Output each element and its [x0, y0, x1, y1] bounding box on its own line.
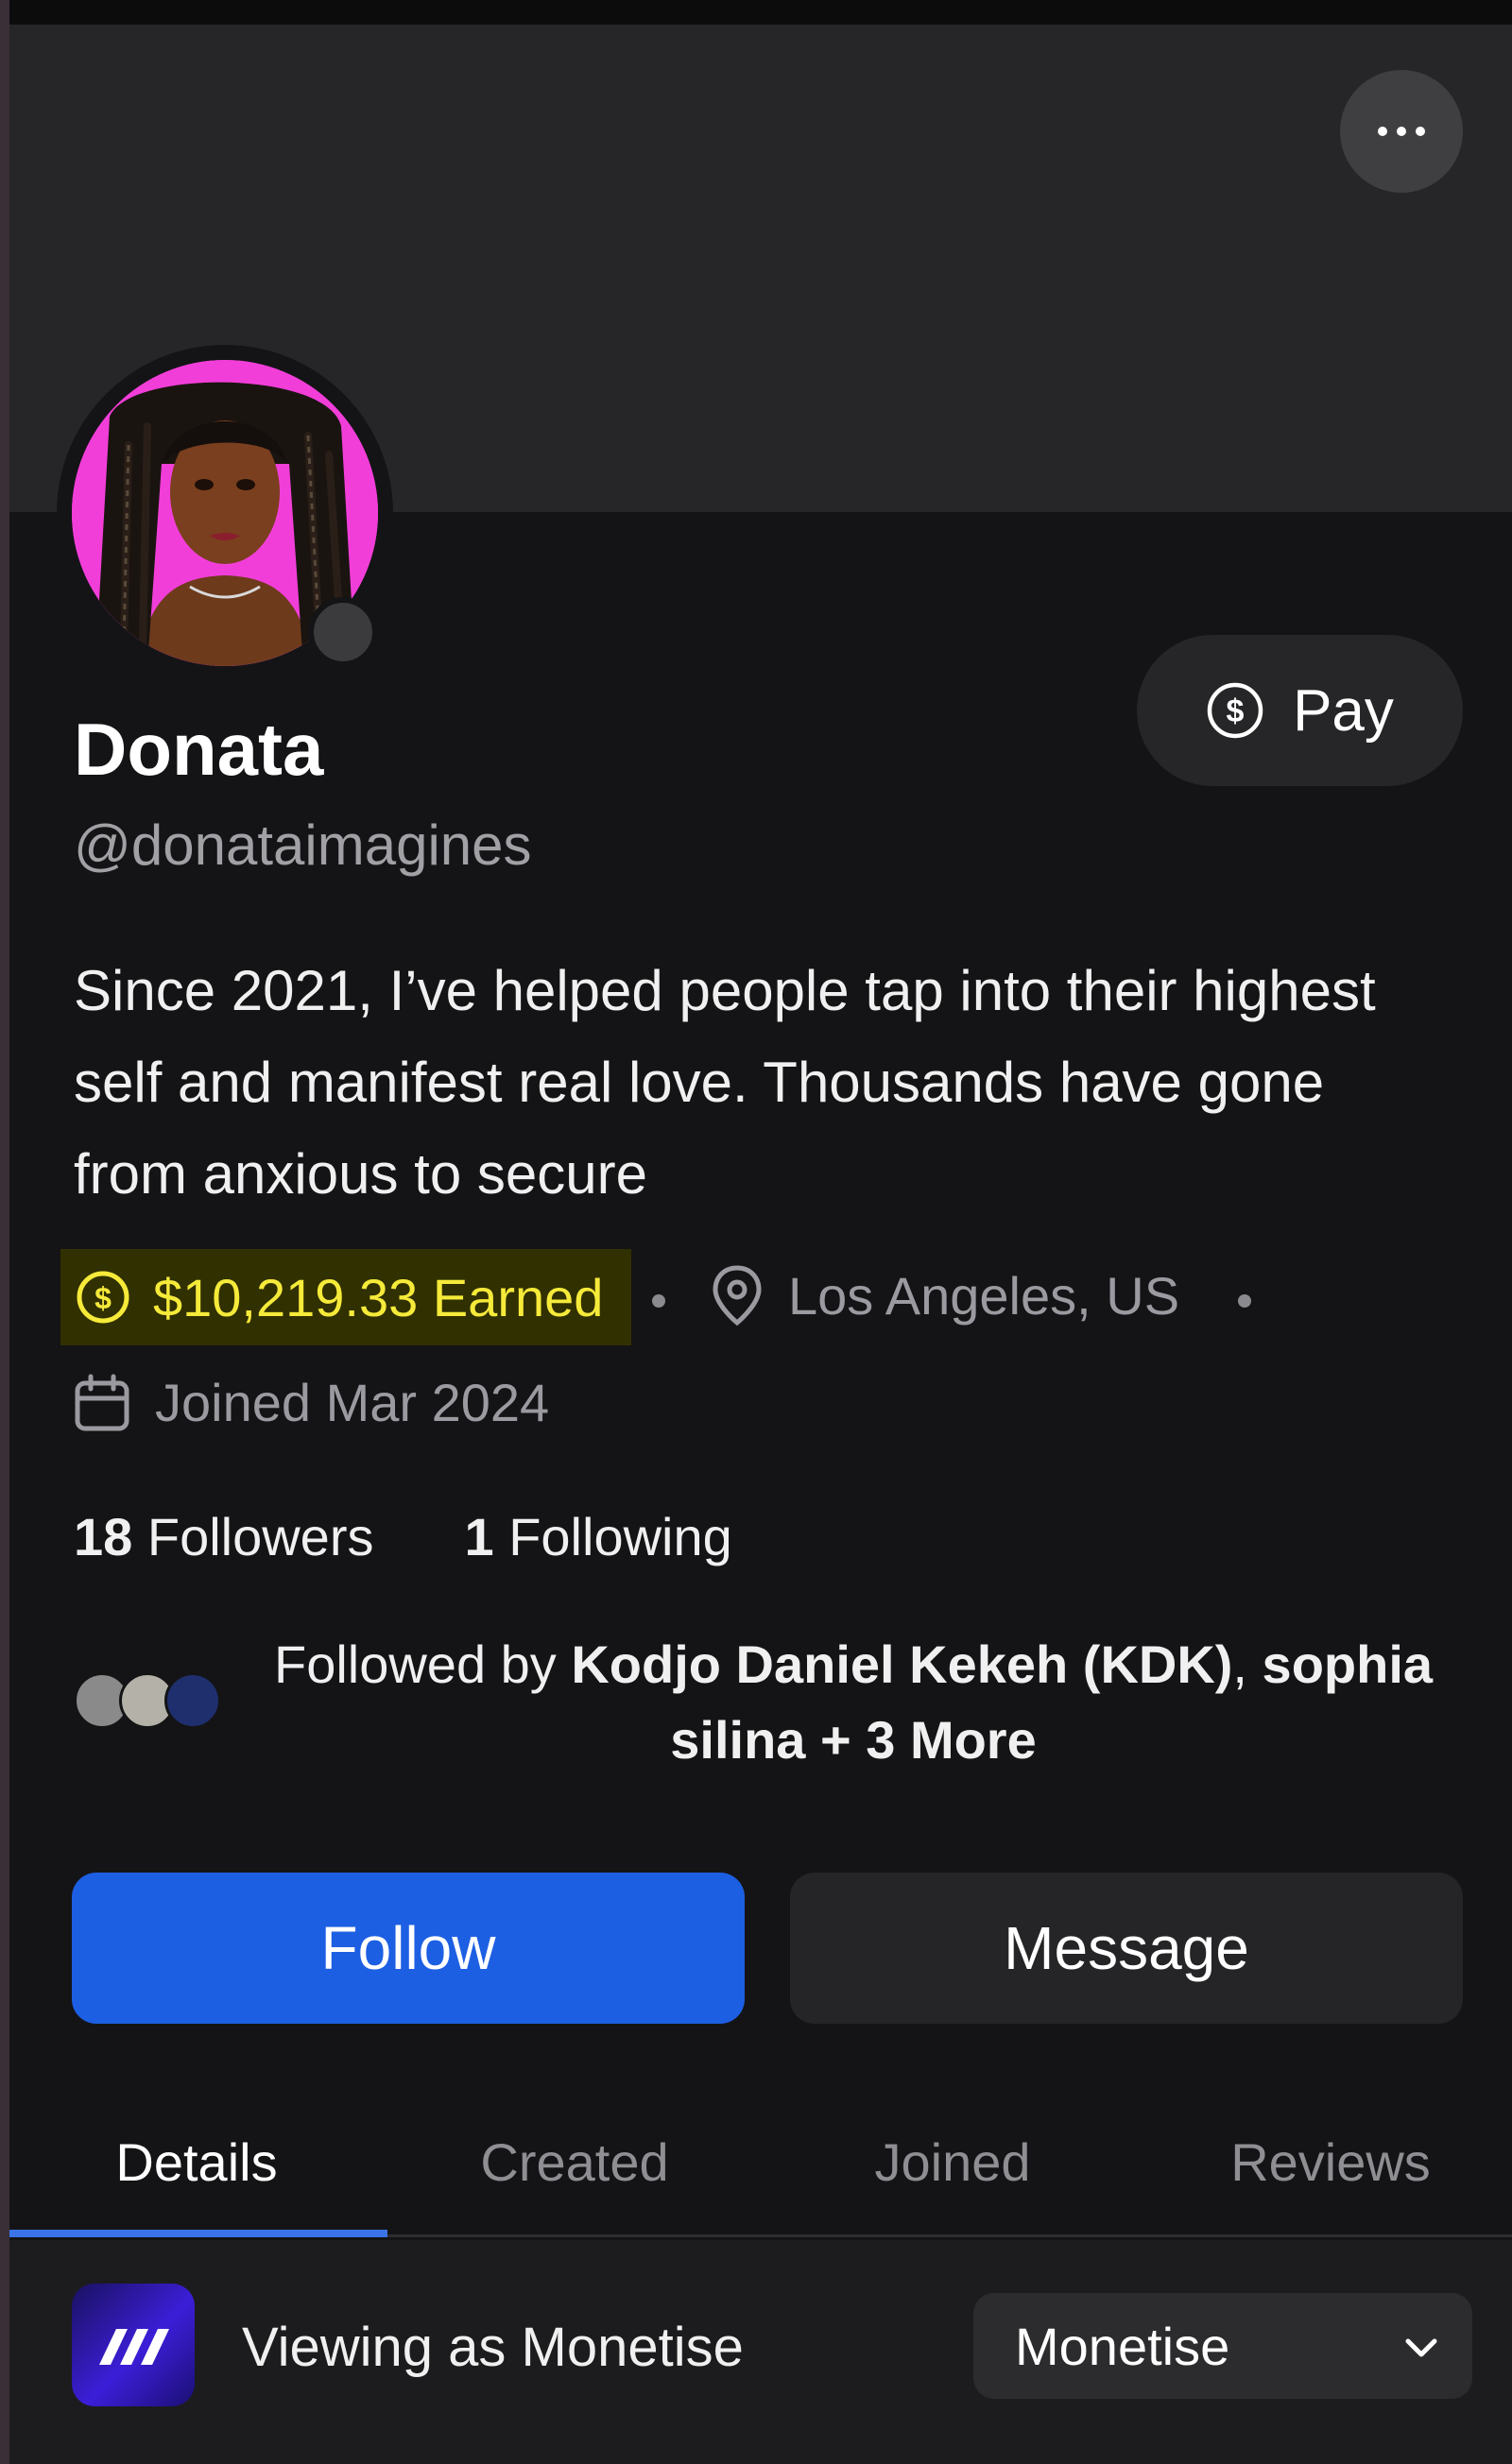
tab-joined[interactable]: Joined — [764, 2131, 1142, 2193]
viewing-as-label: Viewing as Monetise — [242, 2317, 744, 2378]
followed-by-row[interactable]: Followed by Kodjo Daniel Kekeh (KDK), so… — [74, 1627, 1463, 1770]
separator-dot — [652, 1294, 665, 1308]
monetise-logo — [72, 2284, 195, 2406]
svg-text:$: $ — [94, 1281, 112, 1315]
svg-text:$: $ — [1227, 693, 1245, 729]
profile-name: Donata — [74, 708, 324, 791]
followers-stat[interactable]: 18 Followers — [74, 1506, 373, 1567]
pay-label: Pay — [1293, 677, 1394, 744]
profile-tabs: Details Created Joined Reviews — [9, 2099, 1512, 2237]
earned-badge: $ $10,219.33 Earned — [60, 1249, 631, 1345]
more-horizontal-icon — [1378, 127, 1387, 136]
followers-label: Followers — [146, 1507, 374, 1566]
profile-bio: Since 2021, I’ve helped people tap into … — [74, 959, 1376, 1206]
separator-dot — [1238, 1294, 1251, 1308]
joined-info: Joined Mar 2024 — [74, 1372, 549, 1433]
account-select-value: Monetise — [1015, 2316, 1230, 2376]
tab-details[interactable]: Details — [8, 2131, 386, 2193]
dollar-circle-icon: $ — [77, 1271, 129, 1324]
active-tab-indicator — [9, 2230, 387, 2237]
viewing-as-bar: Viewing as Monetise Monetise — [9, 2240, 1512, 2464]
earned-amount: $10,219.33 Earned — [153, 1267, 604, 1327]
followed-by-more: + 3 More — [805, 1710, 1037, 1770]
account-select[interactable]: Monetise — [973, 2293, 1472, 2399]
joined-text: Joined Mar 2024 — [155, 1373, 550, 1432]
follow-stats: 18 Followers 1 Following — [74, 1506, 823, 1567]
more-options-button[interactable] — [1340, 70, 1463, 193]
location-info: Los Angeles, US — [711, 1264, 1179, 1326]
calendar-icon — [75, 1374, 129, 1430]
following-stat[interactable]: 1 Following — [464, 1506, 731, 1567]
top-edge — [9, 0, 1512, 25]
location-text: Los Angeles, US — [788, 1265, 1180, 1326]
status-indicator — [308, 597, 378, 667]
followed-by-text: Followed by Kodjo Daniel Kekeh (KDK), so… — [273, 1634, 1434, 1770]
followers-count: 18 — [74, 1507, 133, 1566]
dollar-circle-icon: $ — [1207, 682, 1263, 739]
tab-created[interactable]: Created — [386, 2131, 764, 2193]
pay-button[interactable]: $ Pay — [1137, 635, 1463, 786]
mutual-avatars — [74, 1672, 234, 1733]
window-edge — [0, 0, 9, 2464]
following-label: Following — [508, 1507, 732, 1566]
follow-button[interactable]: Follow — [72, 1873, 745, 2024]
following-count: 1 — [464, 1507, 494, 1566]
map-pin-icon — [713, 1265, 762, 1326]
followed-by-name: Kodjo Daniel Kekeh (KDK) — [571, 1634, 1233, 1694]
message-button[interactable]: Message — [790, 1873, 1463, 2024]
monetise-logo-icon — [99, 2329, 169, 2365]
chevron-down-icon — [1405, 2338, 1437, 2357]
tab-reviews[interactable]: Reviews — [1142, 2131, 1512, 2193]
profile-handle: @donataimagines — [74, 813, 532, 877]
avatar — [164, 1672, 221, 1729]
